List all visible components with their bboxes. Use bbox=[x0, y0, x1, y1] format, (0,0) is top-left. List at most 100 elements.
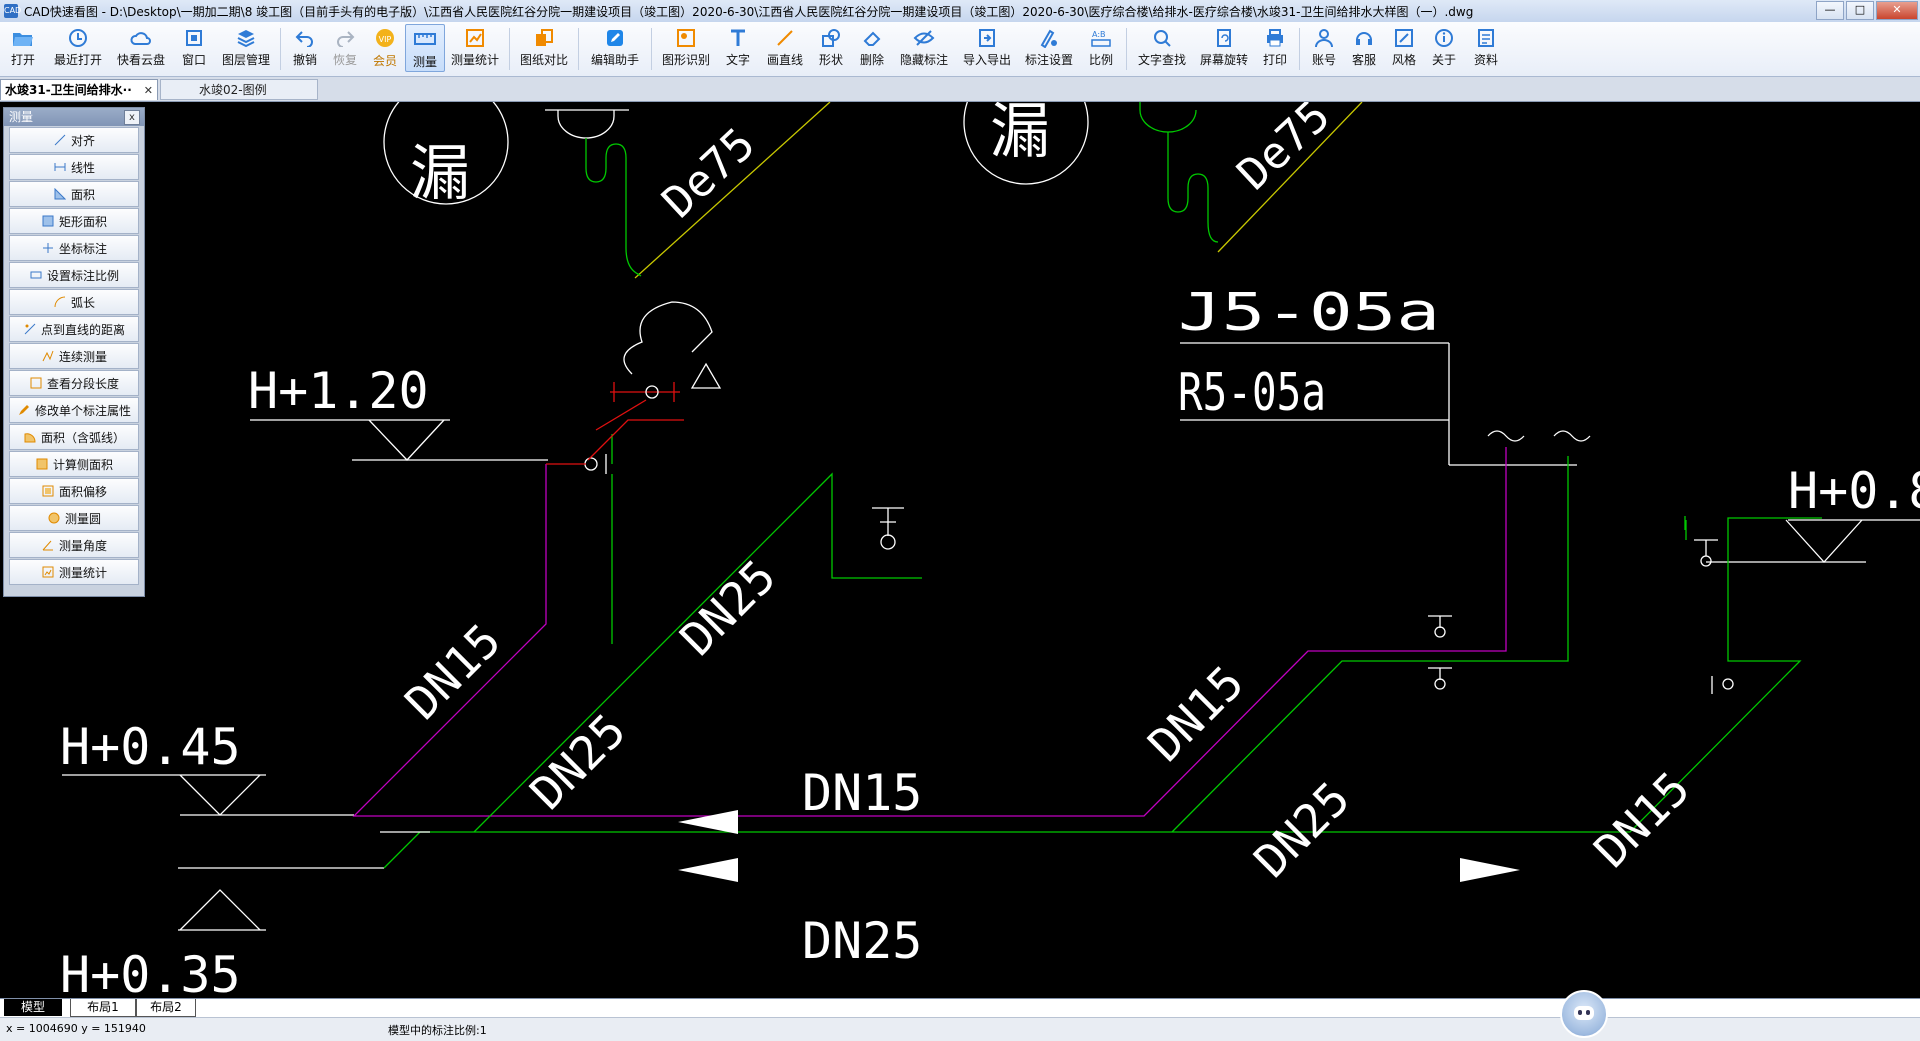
toolbar-separator bbox=[1299, 28, 1300, 70]
draw-line-button[interactable]: 画直线 bbox=[760, 22, 810, 68]
rotate-screen-button[interactable]: 屏幕旋转 bbox=[1193, 22, 1255, 68]
point-line-icon bbox=[23, 323, 37, 335]
measure-arc-area-button[interactable]: 面积（含弧线） bbox=[9, 424, 139, 450]
measure-area-offset-button[interactable]: 面积偏移 bbox=[9, 478, 139, 504]
annotation-scale-readout: 模型中的标注比例:1 bbox=[388, 1024, 487, 1037]
arc-area-icon bbox=[23, 431, 37, 443]
status-bar: x = 1004690 y = 151940 模型中的标注比例:1 bbox=[0, 1017, 1920, 1041]
shape-recognition-icon bbox=[675, 27, 697, 48]
redo-button[interactable]: 恢复 bbox=[325, 22, 365, 68]
style-button[interactable]: 风格 bbox=[1384, 22, 1424, 68]
close-window-button[interactable]: ✕ bbox=[1876, 1, 1918, 20]
delete-button[interactable]: 删除 bbox=[852, 22, 892, 68]
measure-segment-length-button[interactable]: 查看分段长度 bbox=[9, 370, 139, 396]
eraser-icon bbox=[861, 27, 883, 48]
tab-shuijun31[interactable]: 水竣31-卫生间给排水·· ✕ bbox=[0, 79, 158, 100]
toolbar-separator bbox=[1126, 28, 1127, 70]
area-icon bbox=[53, 188, 67, 200]
toolbar-separator bbox=[578, 28, 579, 70]
undo-button[interactable]: 撤销 bbox=[285, 22, 325, 68]
elevation-triangle bbox=[368, 419, 445, 461]
cloud-button[interactable]: 快看云盘 bbox=[110, 22, 172, 68]
measure-arc-button[interactable]: 弧长 bbox=[9, 289, 139, 315]
trap-pipe bbox=[585, 138, 642, 277]
rect-area-icon bbox=[41, 215, 55, 227]
layer-manager-button[interactable]: 图层管理 bbox=[216, 22, 276, 68]
measure-stats-icon bbox=[464, 27, 486, 48]
document-tabs: 水竣31-卫生间给排水·· ✕ 水竣02-图例 bbox=[0, 77, 1920, 102]
tab-shuijun02[interactable]: 水竣02-图例 bbox=[160, 79, 318, 100]
measure-point-line-button[interactable]: 点到直线的距离 bbox=[9, 316, 139, 342]
panel-close-icon[interactable]: x bbox=[124, 110, 140, 125]
trap-pipe bbox=[1167, 132, 1219, 243]
line-icon bbox=[774, 27, 796, 48]
customer-service-button[interactable]: 客服 bbox=[1344, 22, 1384, 68]
wave-symbol bbox=[1487, 430, 1591, 442]
assistant-robot-icon[interactable] bbox=[1560, 990, 1608, 1038]
window-controls: — □ ✕ bbox=[1814, 1, 1918, 20]
continuous-icon bbox=[41, 350, 55, 362]
tab-close-icon[interactable]: ✕ bbox=[144, 80, 153, 100]
tab-layout1[interactable]: 布局1 bbox=[70, 999, 136, 1017]
measure-angle-button[interactable]: 测量角度 bbox=[9, 532, 139, 558]
open-button[interactable]: 打开 bbox=[0, 22, 46, 68]
measure-set-scale-button[interactable]: 设置标注比例 bbox=[9, 262, 139, 288]
print-button[interactable]: 打印 bbox=[1255, 22, 1295, 68]
arc-icon bbox=[53, 296, 67, 308]
edit-assistant-button[interactable]: 编辑助手 bbox=[583, 22, 647, 68]
shape-button[interactable]: 形状 bbox=[810, 22, 852, 68]
measure-area-button[interactable]: 面积 bbox=[9, 181, 139, 207]
text-search-button[interactable]: 文字查找 bbox=[1131, 22, 1193, 68]
measure-continuous-button[interactable]: 连续测量 bbox=[9, 343, 139, 369]
measure-circle-button[interactable]: 测量圆 bbox=[9, 505, 139, 531]
elevation-label: H+1.20 bbox=[248, 362, 429, 420]
fixture-code-label: J5-05a bbox=[1178, 283, 1440, 343]
import-export-button[interactable]: 导入导出 bbox=[956, 22, 1018, 68]
measure-stats-panel-button[interactable]: 测量统计 bbox=[9, 559, 139, 585]
shape-recognition-button[interactable]: 图形识别 bbox=[656, 22, 716, 68]
tab-model[interactable]: 模型 bbox=[4, 999, 62, 1016]
vip-icon: VIP bbox=[374, 27, 396, 49]
about-icon bbox=[1433, 27, 1455, 48]
measure-coordinate-button[interactable]: 坐标标注 bbox=[9, 235, 139, 261]
annotation-settings-icon bbox=[1038, 27, 1060, 48]
account-button[interactable]: 账号 bbox=[1304, 22, 1344, 68]
compare-button[interactable]: 图纸对比 bbox=[514, 22, 574, 68]
angle-icon bbox=[41, 539, 55, 551]
scale-button[interactable]: A:B 比例 bbox=[1080, 22, 1122, 68]
toolbar-separator bbox=[651, 28, 652, 70]
measure-linear-button[interactable]: 线性 bbox=[9, 154, 139, 180]
account-icon bbox=[1313, 27, 1335, 48]
valve-symbol bbox=[584, 457, 598, 471]
pipe-size-label: DN15 bbox=[395, 613, 512, 730]
recent-button[interactable]: 最近打开 bbox=[46, 22, 110, 68]
hide-annotation-button[interactable]: 隐藏标注 bbox=[892, 22, 956, 68]
resources-button[interactable]: 资料 bbox=[1464, 22, 1508, 68]
measure-align-button[interactable]: 对齐 bbox=[9, 127, 139, 153]
window-button[interactable]: 窗口 bbox=[172, 22, 216, 68]
valve-symbol bbox=[880, 534, 896, 550]
valve-symbol bbox=[1700, 555, 1712, 567]
minimize-button[interactable]: — bbox=[1816, 1, 1844, 20]
measure-side-area-button[interactable]: 计算侧面积 bbox=[9, 451, 139, 477]
valve-symbol bbox=[1434, 678, 1446, 690]
faucet-symbol bbox=[623, 301, 713, 375]
measure-rect-area-button[interactable]: 矩形面积 bbox=[9, 208, 139, 234]
annotation-settings-button[interactable]: 标注设置 bbox=[1018, 22, 1080, 68]
vip-button[interactable]: VIP 会员 bbox=[365, 22, 405, 68]
window-title: CAD快速看图 - D:\Desktop\一期加二期\8 竣工图（目前手头有的电… bbox=[24, 4, 1474, 19]
measure-stats-button[interactable]: 测量统计 bbox=[445, 22, 505, 68]
measure-button[interactable]: 测量 bbox=[405, 24, 445, 72]
drawing-canvas[interactable]: 漏 漏 De75 De75 J5-05a R5-05a H+1.20 H+0.8… bbox=[0, 102, 1920, 998]
pipe-size-label: DN25 bbox=[520, 703, 637, 820]
pipe-line bbox=[1684, 516, 1687, 540]
text-icon bbox=[727, 27, 749, 48]
style-icon bbox=[1393, 27, 1415, 48]
about-button[interactable]: 关于 bbox=[1424, 22, 1464, 68]
maximize-button[interactable]: □ bbox=[1846, 1, 1874, 20]
floor-drain bbox=[1139, 102, 1197, 133]
measure-edit-annotation-button[interactable]: 修改单个标注属性 bbox=[9, 397, 139, 423]
text-button[interactable]: 文字 bbox=[716, 22, 760, 68]
edit-assistant-icon bbox=[604, 27, 626, 48]
tab-layout2[interactable]: 布局2 bbox=[136, 999, 196, 1017]
